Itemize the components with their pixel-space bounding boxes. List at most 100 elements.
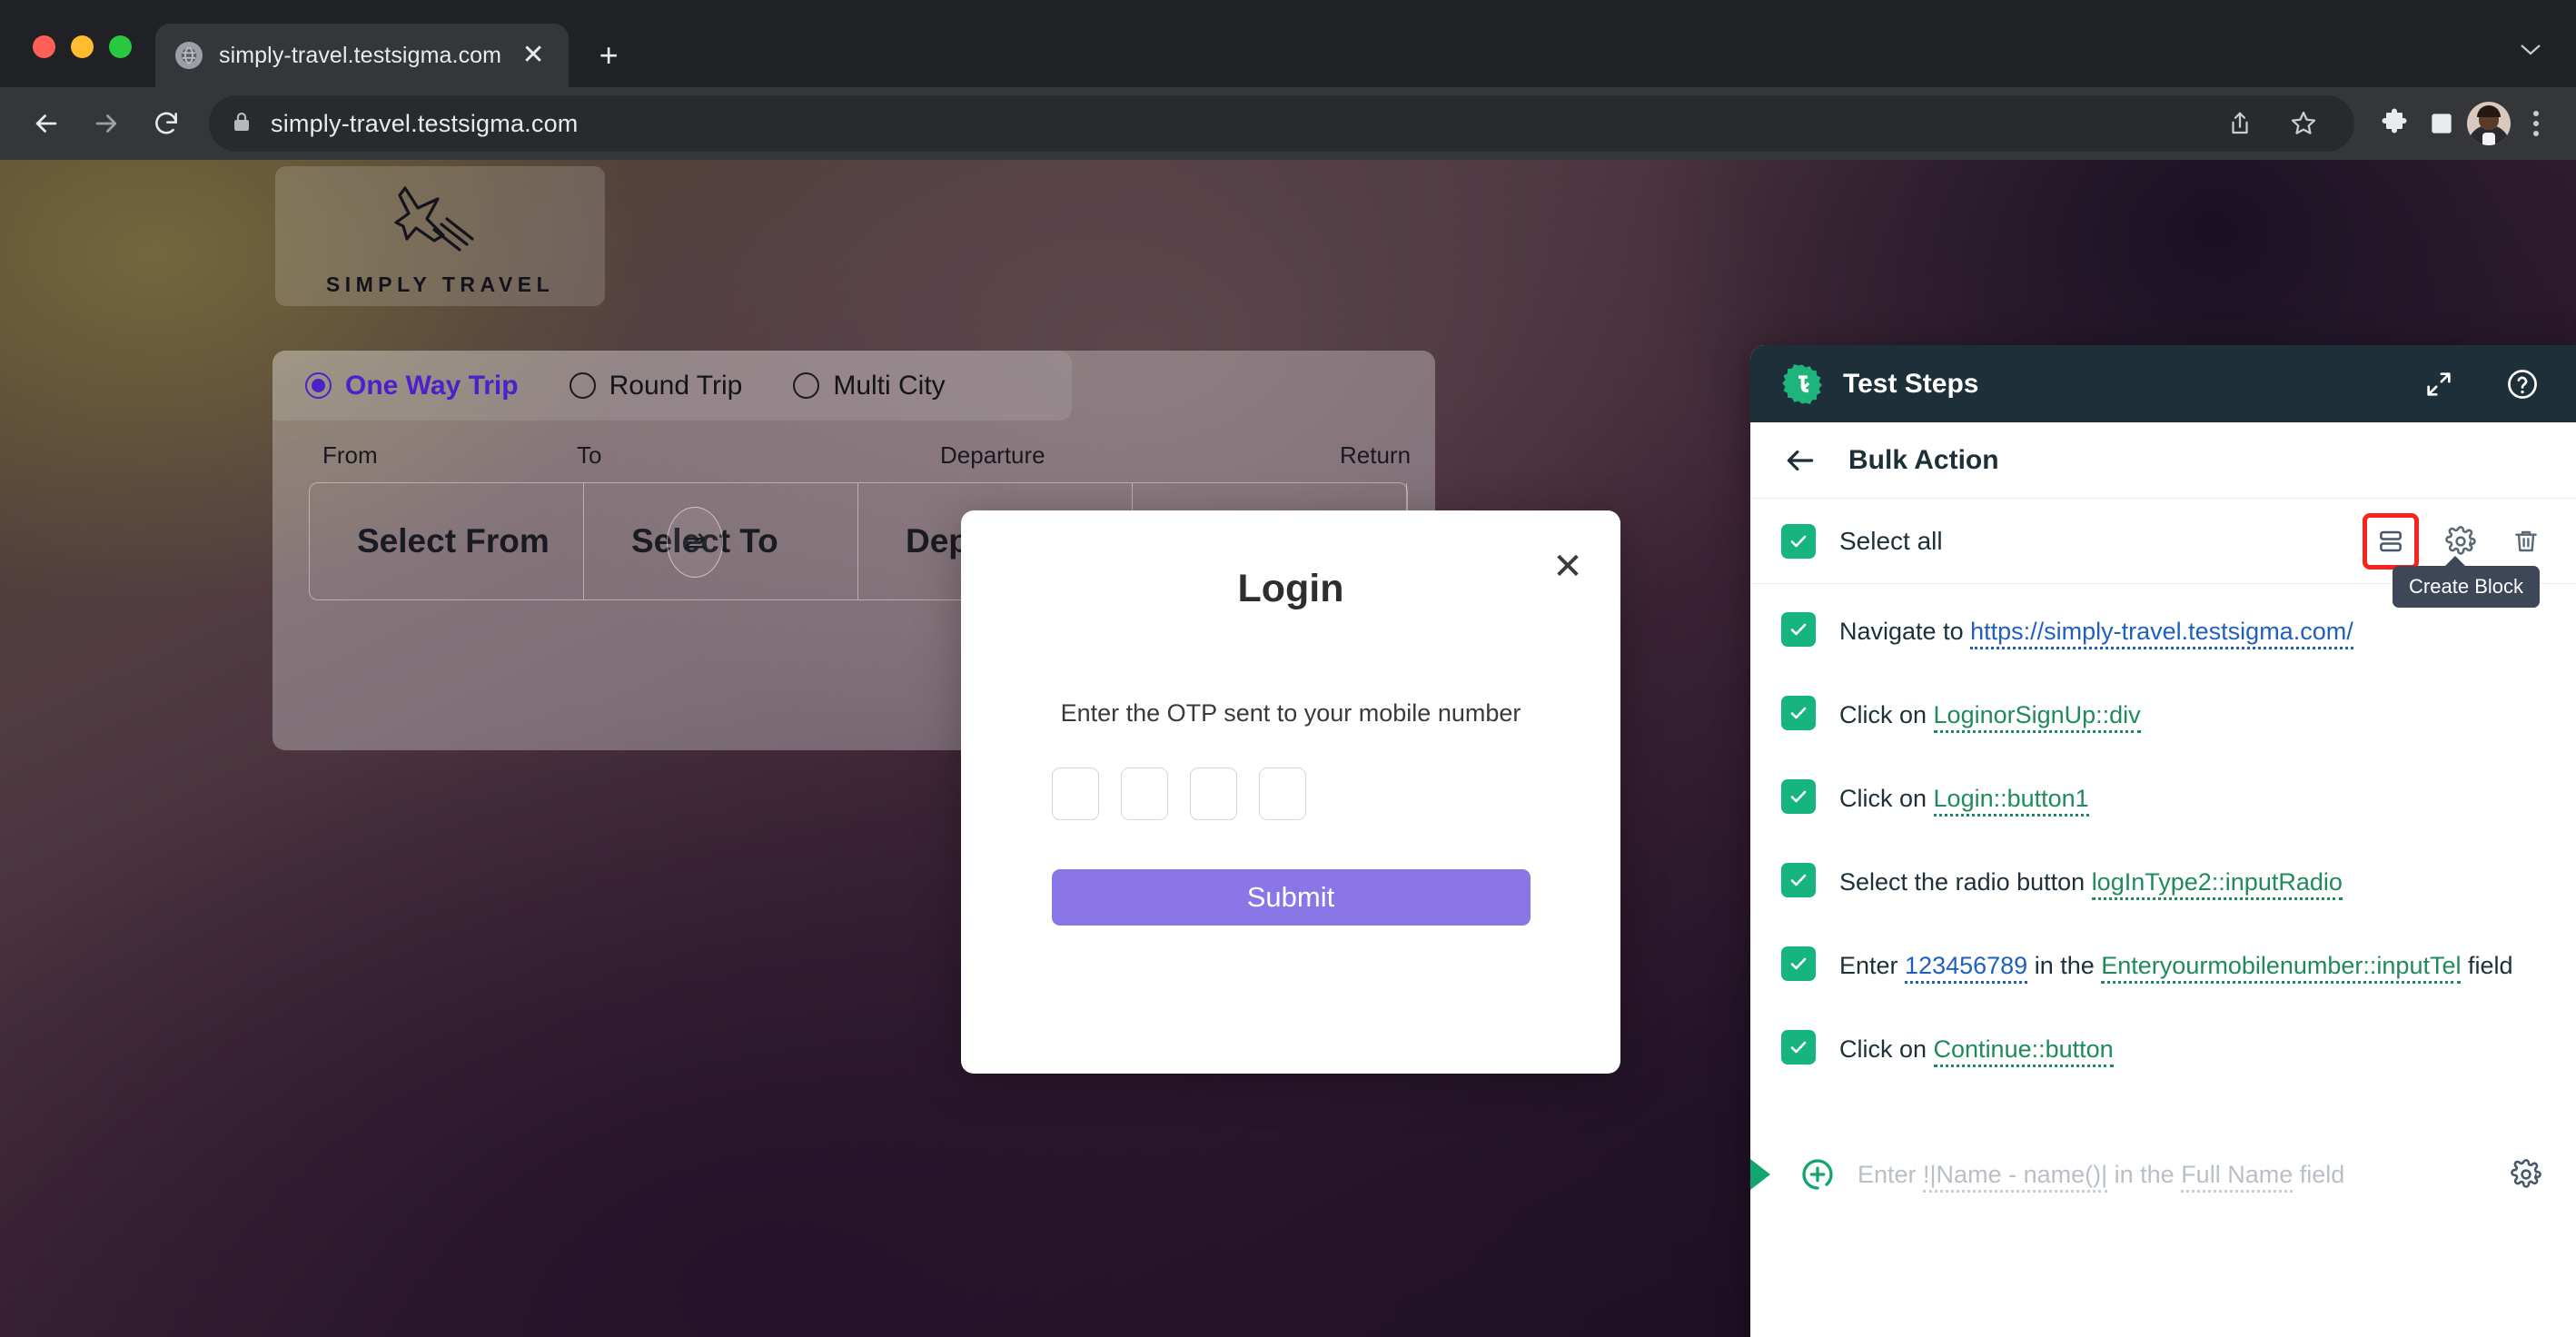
step-checkbox[interactable] [1781,946,1816,981]
test-step-row[interactable]: Navigate to https://simply-travel.testsi… [1750,597,2576,680]
step-link[interactable]: Continue::button [1933,1035,2114,1067]
close-icon[interactable]: ✕ [1548,547,1588,587]
radio-icon [305,372,332,399]
test-steps-panel: Test Steps Bulk Action Select all Create… [1750,345,2576,1337]
step-link[interactable]: Login::button1 [1933,785,2089,817]
help-circle-icon[interactable] [2502,363,2543,405]
field-label-to: To [577,441,602,469]
omnibox-actions [2218,102,2333,145]
test-step-row[interactable]: Enter 123456789 in the Enteryourmobilenu… [1750,931,2576,1015]
site-logo-name: SIMPLY TRAVEL [325,272,555,296]
browser-window: simply-travel.testsigma.com ✕ + simply-t… [0,0,2576,1337]
test-step-row[interactable]: Click on LoginorSignUp::div [1750,680,2576,764]
trip-type-label: Multi City [833,370,946,401]
extensions-puzzle-icon[interactable] [2373,102,2416,145]
address-bar[interactable]: simply-travel.testsigma.com [209,95,2354,152]
bookmark-star-icon[interactable] [2282,102,2325,145]
radio-icon [569,372,596,399]
new-tab-button[interactable]: + [583,24,634,87]
arrow-left-icon[interactable] [1781,441,1819,480]
draft-step-text[interactable]: Enter !|Name - name()| in the Full Name … [1858,1160,2485,1193]
avatar[interactable] [2467,102,2511,145]
otp-digit-3[interactable] [1190,768,1237,820]
step-checkbox[interactable] [1781,863,1816,897]
field-label-departure: Departure [940,441,1045,469]
trip-type-one-way[interactable]: One Way Trip [305,371,519,401]
address-bar-url: simply-travel.testsigma.com [271,109,579,137]
step-text: Enter 123456789 in the Enteryourmobilenu… [1839,946,2513,984]
draft-placeholder-field[interactable]: Full Name [2181,1160,2294,1193]
step-checkbox[interactable] [1781,1030,1816,1065]
test-step-row[interactable]: Click on Continue::button [1750,1015,2576,1098]
test-step-row[interactable]: Click on Login::button1 [1750,764,2576,847]
draft-step-row[interactable]: Enter !|Name - name()| in the Full Name … [1750,1133,2576,1216]
collapse-icon[interactable] [2418,363,2460,405]
step-link[interactable]: logInType2::inputRadio [2091,868,2343,900]
window-traffic-lights [20,35,132,87]
share-icon[interactable] [2218,102,2262,145]
trip-type-round[interactable]: Round Trip [569,370,743,401]
test-step-row[interactable]: Select the radio button logInType2::inpu… [1750,847,2576,931]
arrow-left-icon[interactable] [18,95,74,152]
bulk-action-bar: Select all Create Block [1750,499,2576,608]
add-circle-icon[interactable] [1799,1156,1836,1193]
minimize-window-button[interactable] [71,35,94,58]
otp-digit-4[interactable] [1259,768,1306,820]
otp-digit-1[interactable] [1052,768,1099,820]
field-label-row: From To Departure Return [272,441,1435,470]
testsigma-logo-icon [1781,363,1823,405]
menu-kebab-icon[interactable] [2514,102,2558,145]
side-panel-icon[interactable] [2420,102,2463,145]
panel-subheader: Bulk Action [1750,422,2576,499]
browser-tab[interactable]: simply-travel.testsigma.com ✕ [155,24,570,87]
arrow-right-icon[interactable] [78,95,134,152]
gear-icon[interactable] [2507,1155,2545,1193]
field-label-from: From [322,441,378,469]
select-all-label: Select all [1839,526,1943,555]
page-viewport: SIMPLY TRAVEL One Way Trip Round Trip Mu… [0,160,2576,1337]
swap-icon[interactable]: ⇄ [667,507,723,578]
create-block-icon[interactable] [2363,512,2419,569]
modal-title: Login [1237,567,1344,610]
step-value[interactable]: 123456789 [1905,952,2028,984]
step-link[interactable]: Enteryourmobilenumber::inputTel [2101,952,2462,984]
site-logo: SIMPLY TRAVEL [275,166,605,306]
step-text: Click on LoginorSignUp::div [1839,696,2141,733]
close-window-button[interactable] [33,35,55,58]
trip-type-tabs: One Way Trip Round Trip Multi City [272,351,1072,421]
step-text: Navigate to https://simply-travel.testsi… [1839,612,2353,649]
step-link[interactable]: https://simply-travel.testsigma.com/ [1970,618,2353,649]
chevron-down-icon[interactable] [2512,31,2549,67]
select-all-checkbox[interactable] [1781,523,1816,559]
trip-type-label: One Way Trip [345,370,519,401]
reload-icon[interactable] [138,95,194,152]
step-link[interactable]: LoginorSignUp::div [1933,701,2141,733]
browser-toolbar: simply-travel.testsigma.com [0,87,2576,160]
step-text: Select the radio button logInType2::inpu… [1839,863,2343,900]
bulk-action-title: Bulk Action [1848,444,1999,475]
step-checkbox[interactable] [1781,696,1816,730]
draft-placeholder-value[interactable]: !|Name - name()| [1923,1160,2108,1193]
login-modal: ✕ Login Enter the OTP sent to your mobil… [961,510,1620,1074]
test-steps-list: Navigate to https://simply-travel.testsi… [1750,584,2576,1337]
airplane-icon [387,175,494,263]
step-checkbox[interactable] [1781,779,1816,814]
globe-icon [175,42,203,69]
panel-title: Test Steps [1843,368,1979,399]
otp-digit-2[interactable] [1121,768,1168,820]
tab-strip: simply-travel.testsigma.com ✕ + [0,0,2576,87]
panel-header: Test Steps [1750,345,2576,422]
step-checkbox[interactable] [1781,612,1816,647]
gear-icon[interactable] [2442,522,2480,560]
step-text: Click on Continue::button [1839,1030,2114,1067]
maximize-window-button[interactable] [109,35,132,58]
trash-icon[interactable] [2507,522,2545,560]
otp-input-group [1052,768,1620,820]
from-field[interactable]: Select From [310,483,584,599]
lock-icon [231,110,253,138]
field-label-return: Return [1340,441,1412,469]
trip-type-multi-city[interactable]: Multi City [793,370,946,401]
trip-type-label: Round Trip [609,370,743,401]
submit-button[interactable]: Submit [1051,869,1531,926]
close-icon[interactable]: ✕ [518,40,549,71]
